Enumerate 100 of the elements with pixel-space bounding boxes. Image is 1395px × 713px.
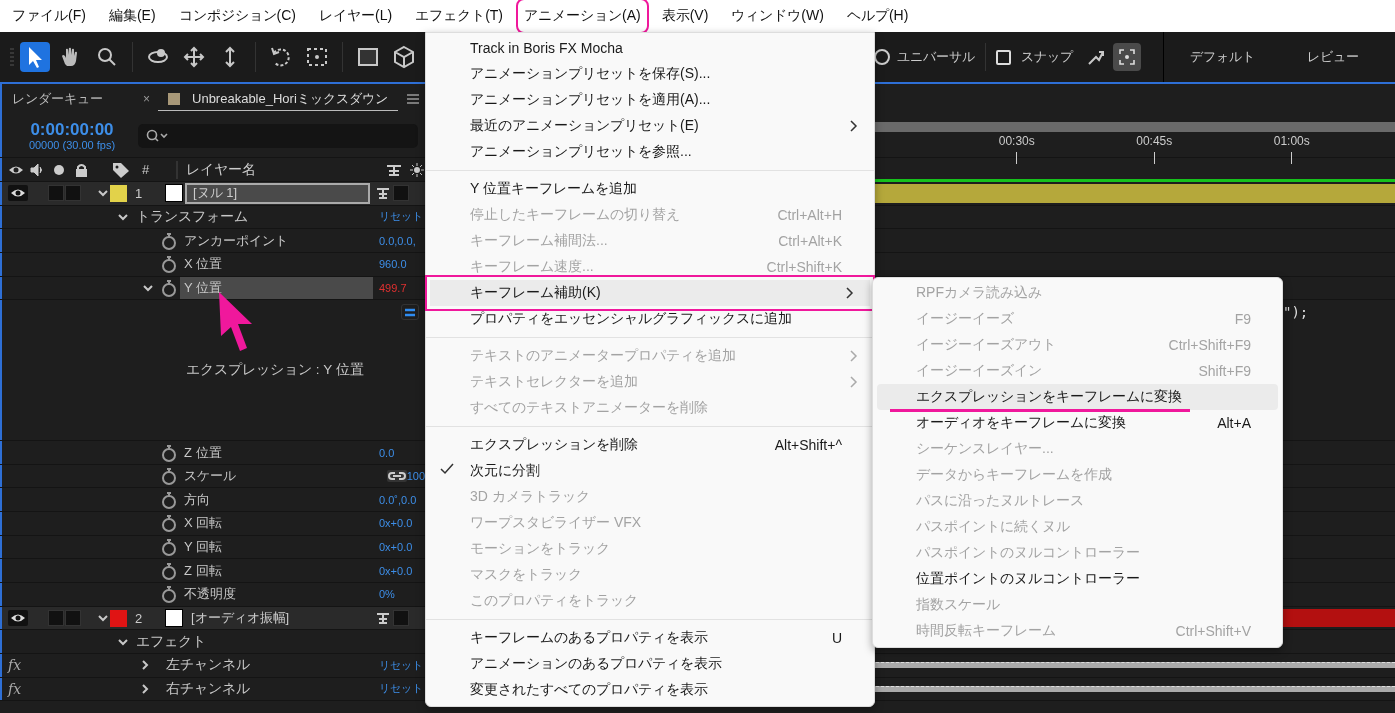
shy-icon[interactable]: [385, 162, 403, 177]
property-value[interactable]: 0.0˚,0.0: [379, 493, 417, 506]
stopwatch-icon[interactable]: [161, 278, 177, 297]
label-color-swatch[interactable]: [110, 184, 127, 202]
property-name[interactable]: Z 回転: [180, 559, 373, 583]
selection-tool-button[interactable]: [20, 42, 50, 72]
shy-icon[interactable]: [375, 610, 391, 626]
menu-item[interactable]: キーフレームのあるプロパティを表示 U: [426, 625, 874, 651]
sun-icon[interactable]: [409, 162, 425, 177]
shy-icon[interactable]: [375, 185, 391, 202]
menu-item[interactable]: オーディオをキーフレームに変換 Alt+A: [873, 410, 1282, 436]
menu-item-label: イージーイーズ: [916, 310, 1014, 328]
timecode[interactable]: 0:00:00:00: [30, 120, 114, 139]
focus-button[interactable]: [1113, 43, 1141, 71]
menu-item[interactable]: 次元に分割: [426, 458, 874, 484]
layer-name[interactable]: [ヌル 1]: [185, 182, 370, 204]
menu-item-label: エクスプレッションをキーフレームに変換: [916, 388, 1182, 406]
property-value[interactable]: 960.0: [379, 258, 407, 271]
property-name[interactable]: 不透明度: [180, 583, 373, 606]
stopwatch-icon[interactable]: [161, 585, 177, 604]
property-name[interactable]: Y 回転: [180, 535, 373, 559]
menu-item[interactable]: アニメーションプリセットを参照...: [426, 139, 874, 165]
menu-bar-item[interactable]: 編集(E): [98, 0, 166, 32]
effect-name[interactable]: 左チャンネル: [166, 656, 250, 675]
eye-icon[interactable]: [8, 610, 28, 626]
property-value[interactable]: 0.0: [379, 446, 395, 459]
property-value[interactable]: 0.0,0.0,: [379, 234, 416, 247]
property-name[interactable]: Y 位置: [180, 276, 373, 300]
menu-item-label: キーフレーム速度...: [470, 258, 594, 276]
effect-icon: fx: [8, 657, 138, 674]
menu-icon[interactable]: [405, 93, 420, 105]
menu-bar-item[interactable]: ファイル(F): [2, 0, 96, 32]
menu-bar-item[interactable]: エフェクト(T): [405, 0, 513, 32]
property-value[interactable]: 0x+0.0: [379, 564, 413, 577]
menu-bar-item[interactable]: ヘルプ(H): [836, 0, 919, 32]
property-name[interactable]: スケール: [180, 464, 381, 488]
menu-bar-item[interactable]: 表示(V): [651, 0, 719, 32]
menu-bar-item[interactable]: ウィンドウ(W): [721, 0, 834, 32]
label-tag-icon[interactable]: [112, 161, 130, 178]
property-name[interactable]: X 回転: [180, 512, 373, 535]
eye-icon[interactable]: [8, 185, 28, 202]
solo-switch[interactable]: [48, 185, 64, 202]
lock-switch[interactable]: [65, 610, 81, 626]
reset-link[interactable]: リセット: [379, 657, 423, 673]
property-value[interactable]: 0x+0.0: [379, 517, 413, 530]
close-icon[interactable]: ×: [143, 92, 150, 106]
panel-tab[interactable]: Unbreakable_Horiミックスダウン: [158, 87, 398, 111]
property-value[interactable]: 0%: [379, 588, 395, 601]
menu-item[interactable]: エクスプレッションをキーフレームに変換: [877, 384, 1278, 410]
menu-item[interactable]: エクスプレッションを削除 Alt+Shift+^: [426, 432, 874, 458]
property-value[interactable]: 0x+0.0: [379, 541, 413, 554]
menu-item[interactable]: アニメーションのあるプロパティを表示: [426, 651, 874, 677]
layer-name[interactable]: [オーディオ振幅]: [185, 607, 370, 629]
stopwatch-icon[interactable]: [161, 231, 177, 250]
label-color-swatch[interactable]: [110, 609, 127, 627]
stopwatch-icon[interactable]: [161, 514, 177, 533]
reset-link[interactable]: リセット: [379, 209, 423, 225]
link-icon[interactable]: [386, 470, 407, 483]
stopwatch-icon[interactable]: [161, 538, 177, 557]
menu-item[interactable]: 位置ポイントのヌルコントローラー: [873, 566, 1282, 592]
reset-link[interactable]: リセット: [379, 681, 423, 697]
stopwatch-icon[interactable]: [161, 467, 177, 486]
property-value[interactable]: 499.7: [379, 281, 407, 294]
property-value[interactable]: 100: [406, 470, 425, 483]
menu-item[interactable]: Y 位置キーフレームを追加: [426, 176, 874, 202]
property-name[interactable]: Z 位置: [180, 441, 373, 464]
lock-icon[interactable]: [74, 162, 90, 177]
axis-mode-label: ユニバーサル: [897, 48, 975, 66]
menu-bar-item[interactable]: コンポジション(C): [168, 0, 306, 32]
menu-item-label: 最近のアニメーションプリセット(E): [470, 117, 699, 135]
menu-item[interactable]: アニメーションプリセットを保存(S)...: [426, 61, 874, 87]
lock-switch[interactable]: [65, 185, 81, 202]
workspace-tab[interactable]: デフォルト: [1190, 48, 1255, 66]
panel-tab[interactable]: レンダーキュー: [2, 87, 113, 111]
stopwatch-icon[interactable]: [161, 490, 177, 509]
menu-item[interactable]: 変更されたすべてのプロパティを表示: [426, 677, 874, 703]
expression-label: エクスプレッション : Y 位置: [186, 361, 364, 380]
snap-checkbox[interactable]: [996, 49, 1011, 65]
menu-item[interactable]: Track in Boris FX Mocha: [426, 35, 874, 61]
workspace-tab[interactable]: レビュー: [1307, 48, 1359, 66]
search-field[interactable]: [138, 123, 418, 148]
property-name[interactable]: 方向: [180, 488, 373, 512]
solo-switch[interactable]: [48, 610, 64, 626]
effect-name[interactable]: 右チャンネル: [166, 679, 250, 698]
menu-bar-item[interactable]: レイヤー(L): [309, 0, 403, 32]
stopwatch-icon[interactable]: [161, 561, 177, 580]
menu-item[interactable]: 最近のアニメーションプリセット(E): [426, 113, 874, 139]
switch-box[interactable]: [393, 610, 409, 626]
expression-toggle-button[interactable]: [401, 304, 419, 321]
menu-item-label: RPFカメラ読み込み: [916, 284, 1042, 302]
menu-item[interactable]: アニメーションプリセットを適用(A)...: [426, 87, 874, 113]
property-name[interactable]: X 位置: [180, 252, 373, 276]
expression-code[interactable]: ");: [1283, 304, 1309, 321]
menu-item[interactable]: プロパティをエッセンシャルグラフィックスに追加: [426, 306, 874, 332]
layer-number: 1: [135, 185, 144, 201]
menu-item-label: パスに沿ったヌルトレース: [916, 492, 1084, 510]
stopwatch-icon[interactable]: [161, 443, 177, 462]
switch-box[interactable]: [393, 185, 409, 202]
property-name[interactable]: アンカーポイント: [180, 229, 373, 252]
stopwatch-icon[interactable]: [161, 255, 177, 274]
